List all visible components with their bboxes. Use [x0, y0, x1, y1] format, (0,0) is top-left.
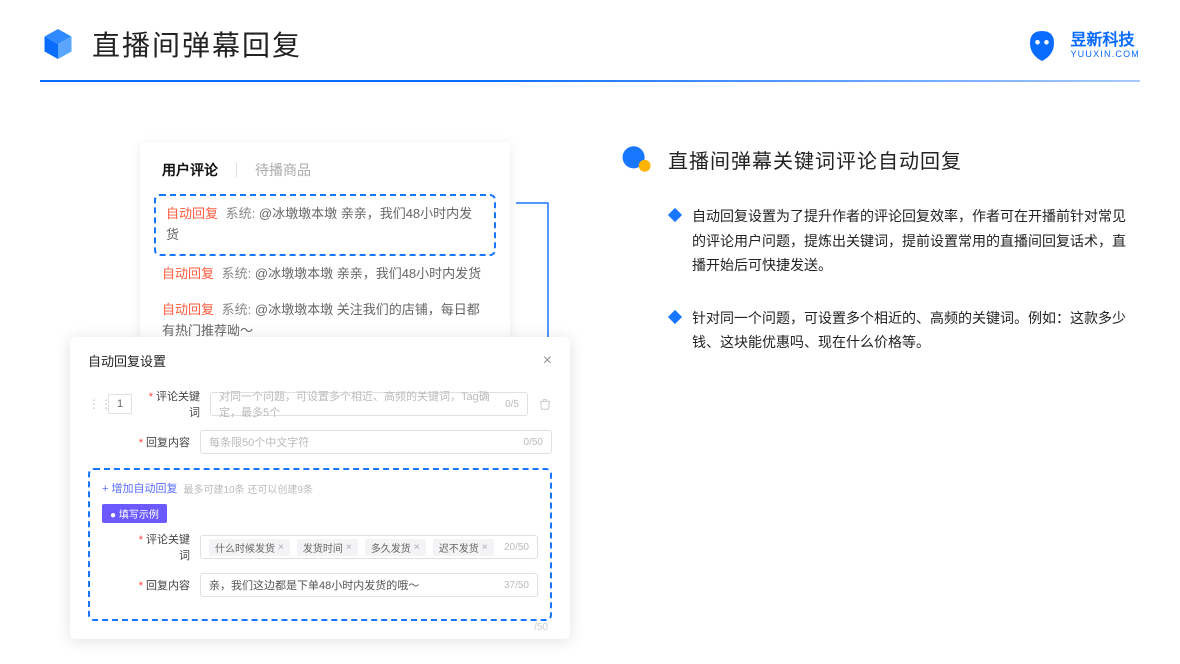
cube-icon: [40, 26, 76, 62]
content-input[interactable]: 每条限50个中文字符 0/50: [200, 430, 552, 454]
add-auto-reply-link[interactable]: + 增加自动回复 最多可建10条 还可以创建9条: [102, 480, 538, 496]
ex-keyword-label: *评论关键词: [132, 531, 190, 563]
diamond-bullet-icon: [668, 208, 682, 222]
auto-reply-tag: 自动回复: [162, 302, 214, 317]
modal-title: 自动回复设置: [88, 351, 166, 370]
diamond-bullet-icon: [668, 309, 682, 323]
comment-tabs: 用户评论 待播商品: [140, 160, 510, 194]
ex-content-input[interactable]: 亲，我们这边都是下单48小时内发货的哦～ 37/50: [200, 573, 538, 597]
delete-icon[interactable]: [538, 397, 552, 411]
modal-header: 自动回复设置 ×: [88, 351, 552, 370]
content-placeholder: 每条限50个中文字符: [209, 434, 309, 450]
ex-content-value: 亲，我们这边都是下单48小时内发货的哦～: [209, 577, 419, 593]
brand-name-cn: 昱新科技: [1070, 32, 1140, 50]
tab-user-comments[interactable]: 用户评论: [162, 160, 218, 180]
tab-pending-goods[interactable]: 待播商品: [255, 160, 311, 180]
brand-logo-icon: [1024, 28, 1060, 64]
auto-reply-tag: 自动回复: [166, 206, 218, 221]
comment-row-highlight: 自动回复 系统: @冰墩墩本墩 亲亲，我们48小时内发货: [154, 194, 496, 256]
row-number: 1: [108, 394, 132, 414]
brand-text: 昱新科技 YUUXIN.COM: [1070, 32, 1140, 59]
content-counter: 0/50: [524, 437, 543, 448]
auto-reply-tag: 自动回复: [162, 266, 214, 281]
keyword-input[interactable]: 对同一个问题，可设置多个相近、高频的关键词，Tag确定，最多5个 0/5: [210, 392, 528, 416]
page-title: 直播间弹幕回复: [92, 24, 302, 64]
drag-handle-icon[interactable]: ⋮⋮: [88, 397, 98, 411]
right-column: 直播间弹幕关键词评论自动回复 自动回复设置为了提升作者的评论回复效率，作者可在开…: [550, 112, 1140, 383]
comment-text: @冰墩墩本墩 亲亲，我们48小时内发货: [255, 266, 481, 281]
bullet-text: 自动回复设置为了提升作者的评论回复效率，作者可在开播前针对常见的评论用户问题，提…: [692, 204, 1132, 278]
example-box: + 增加自动回复 最多可建10条 还可以创建9条 ● 填写示例 *评论关键词 什…: [88, 468, 552, 621]
overflow-counter-stub: /50: [534, 622, 548, 633]
system-tag: 系统:: [222, 266, 252, 281]
form-row-content: *回复内容 每条限50个中文字符 0/50: [88, 430, 552, 454]
example-content-row: *回复内容 亲，我们这边都是下单48小时内发货的哦～ 37/50: [102, 573, 538, 597]
form-row-keyword: ⋮⋮ 1 *评论关键词 对同一个问题，可设置多个相近、高频的关键词，Tag确定，…: [88, 388, 552, 420]
system-tag: 系统:: [222, 302, 252, 317]
bullet-item: 自动回复设置为了提升作者的评论回复效率，作者可在开播前针对常见的评论用户问题，提…: [620, 204, 1140, 278]
keyword-placeholder: 对同一个问题，可设置多个相近、高频的关键词，Tag确定，最多5个: [219, 388, 505, 420]
main-area: 用户评论 待播商品 自动回复 系统: @冰墩墩本墩 亲亲，我们48小时内发货 自…: [0, 82, 1180, 413]
section-heading: 直播间弹幕关键词评论自动回复: [620, 142, 1140, 176]
ex-keyword-input[interactable]: 什么时候发货× 发货时间× 多久发货× 迟不发货× 20/50: [200, 535, 538, 559]
chat-bubble-icon: [620, 142, 654, 176]
example-pill: ● 填写示例: [102, 504, 167, 523]
keyword-label: *评论关键词: [142, 388, 200, 420]
tag-chip[interactable]: 多久发货×: [365, 539, 426, 556]
add-hint: 最多可建10条 还可以创建9条: [183, 481, 312, 496]
ex-content-counter: 37/50: [504, 580, 529, 591]
tag-chip[interactable]: 什么时候发货×: [209, 539, 290, 556]
close-icon[interactable]: ×: [543, 352, 552, 370]
system-tag: 系统:: [226, 206, 256, 221]
tag-chip[interactable]: 发货时间×: [297, 539, 358, 556]
content-label: *回复内容: [132, 434, 190, 450]
tab-divider: [236, 163, 237, 177]
brand-name-en: YUUXIN.COM: [1070, 50, 1140, 60]
left-column: 用户评论 待播商品 自动回复 系统: @冰墩墩本墩 亲亲，我们48小时内发货 自…: [40, 112, 550, 383]
auto-reply-settings-modal: 自动回复设置 × ⋮⋮ 1 *评论关键词 对同一个问题，可设置多个相近、高频的关…: [70, 337, 570, 639]
brand-block: 昱新科技 YUUXIN.COM: [1024, 28, 1140, 64]
keyword-counter: 0/5: [505, 399, 519, 410]
section-title: 直播间弹幕关键词评论自动回复: [668, 145, 962, 174]
tag-chip[interactable]: 迟不发货×: [433, 539, 494, 556]
ex-tags: 什么时候发货× 发货时间× 多久发货× 迟不发货×: [209, 539, 498, 556]
example-keyword-row: *评论关键词 什么时候发货× 发货时间× 多久发货× 迟不发货× 20/50: [102, 531, 538, 563]
ex-content-label: *回复内容: [132, 577, 190, 593]
bullet-item: 针对同一个问题，可设置多个相近的、高频的关键词。例如：这款多少钱、这块能优惠吗、…: [620, 306, 1140, 355]
page-header: 直播间弹幕回复 昱新科技 YUUXIN.COM: [0, 0, 1180, 64]
ex-keyword-counter: 20/50: [504, 542, 529, 553]
header-left: 直播间弹幕回复: [40, 24, 1140, 64]
comment-row: 自动回复 系统: @冰墩墩本墩 亲亲，我们48小时内发货: [140, 256, 510, 293]
bullet-text: 针对同一个问题，可设置多个相近的、高频的关键词。例如：这款多少钱、这块能优惠吗、…: [692, 306, 1132, 355]
